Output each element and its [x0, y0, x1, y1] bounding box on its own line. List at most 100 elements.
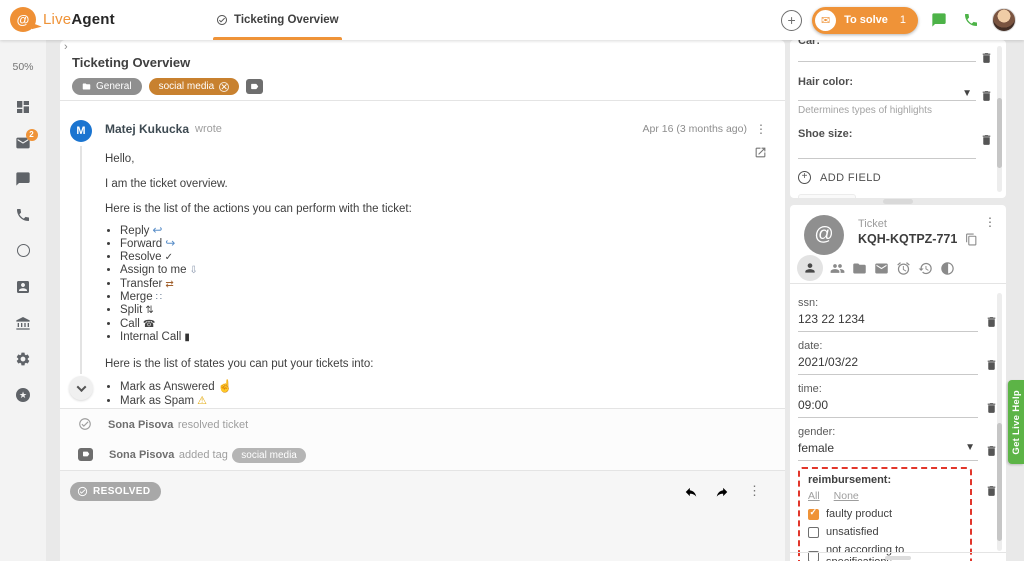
dropdown-arrow-icon[interactable]: ▼ — [965, 442, 975, 453]
hair-color-select[interactable] — [798, 100, 976, 101]
copy-icon[interactable] — [965, 233, 978, 246]
tab-insights[interactable] — [940, 261, 955, 276]
scrollbar[interactable] — [997, 46, 1002, 192]
sidebar-item-dashboard[interactable] — [15, 98, 32, 115]
field-label: gender: — [798, 426, 978, 438]
checkbox-unsatisfied[interactable]: unsatisfied — [808, 526, 962, 538]
remove-tag-icon[interactable]: ✕ — [219, 82, 229, 92]
add-field-button[interactable]: + ADD FIELD — [798, 171, 881, 184]
ticket-menu-icon[interactable]: ⋮ — [982, 215, 998, 229]
checkbox-faulty-product[interactable]: faulty product — [808, 508, 962, 520]
tab-contact-selected[interactable] — [797, 255, 823, 281]
transfer-icon: ⇄ — [165, 279, 173, 290]
logo-bubble-icon: @ — [10, 7, 36, 32]
sidebar-item-chats[interactable] — [15, 170, 32, 187]
tag-social-media[interactable]: social media ✕ — [149, 78, 240, 95]
select-all-link[interactable]: All — [808, 490, 820, 502]
panel-resize-handle[interactable] — [885, 556, 911, 560]
department-tag-general[interactable]: General — [72, 78, 142, 95]
message-author: Matej Kukucka — [105, 122, 189, 136]
message-avatar: M — [70, 120, 92, 142]
to-solve-count: 1 — [900, 14, 906, 26]
user-avatar[interactable] — [992, 8, 1016, 32]
mail-icon — [874, 261, 889, 276]
chats-button[interactable] — [928, 9, 950, 31]
checkbox-icon[interactable] — [808, 527, 819, 538]
get-live-help-tab[interactable]: Get Live Help — [1008, 380, 1024, 464]
plus-icon: + — [787, 12, 795, 28]
field-reimbursement: reimbursement: All None faulty product — [798, 467, 978, 561]
open-in-new-window-button[interactable] — [754, 144, 767, 159]
message-paragraph: Here is the list of the actions you can … — [105, 203, 715, 215]
date-input[interactable]: 2021/03/22 — [798, 355, 978, 375]
more-options-icon[interactable]: ⋮ — [746, 483, 763, 499]
status-badge: RESOLVED — [70, 482, 161, 501]
people-icon — [830, 261, 845, 276]
top-bar: @ LiveAgent Ticketing Overview + ✉ To so… — [0, 0, 1024, 40]
ticket-code: KQH-KQTPZ-771 — [858, 232, 978, 246]
ticket-info-card: @ Ticket KQH-KQTPZ-771 ⋮ — [790, 205, 1006, 561]
history-icon — [918, 261, 933, 276]
scrollbar-thumb[interactable] — [997, 423, 1002, 541]
sidebar-item-help[interactable]: ★ — [15, 386, 32, 403]
add-new-button[interactable]: + — [781, 10, 802, 31]
message-menu-icon[interactable]: ⋮ — [753, 122, 769, 136]
folder-icon — [852, 261, 867, 276]
select-none-link[interactable]: None — [834, 490, 859, 502]
field-time: time: 09:00 — [798, 383, 978, 418]
sidebar-item-calls[interactable] — [15, 206, 32, 223]
assign-icon: ⇩ — [189, 265, 197, 276]
sidebar-item-knowledge-base[interactable] — [15, 314, 32, 331]
sidebar-item-tickets[interactable]: 2 — [15, 134, 32, 151]
car-input[interactable] — [798, 61, 976, 62]
scrollbar[interactable] — [997, 293, 1002, 551]
list-item: Mark as Answered☝ — [120, 379, 715, 394]
phone-icon — [963, 12, 979, 28]
checkbox-checked-icon[interactable] — [808, 509, 819, 520]
delete-field-button[interactable] — [980, 50, 993, 65]
trash-icon — [980, 51, 993, 65]
event-actor: Sona Pisova — [108, 419, 173, 431]
forward-button[interactable] — [715, 483, 729, 498]
scrollbar-thumb[interactable] — [997, 98, 1002, 168]
divider — [60, 100, 785, 101]
dropdown-arrow-icon[interactable]: ▼ — [962, 88, 972, 99]
ticket-event-log: Sona Pisova resolved ticket Sona Pisova … — [60, 409, 785, 470]
gear-icon — [15, 351, 31, 367]
sidebar-item-online-visitors[interactable] — [15, 242, 32, 259]
event-action: resolved ticket — [178, 419, 248, 431]
ticket-card-header: @ Ticket KQH-KQTPZ-771 ⋮ — [790, 205, 1006, 257]
tab-ticketing-overview[interactable]: Ticketing Overview — [213, 0, 342, 40]
reply-button[interactable] — [684, 483, 698, 498]
list-item: Merge∷ — [120, 291, 715, 304]
field-helper-text: Determines types of highlights — [798, 105, 976, 116]
event-row: Sona Pisova resolved ticket — [60, 409, 785, 439]
panel-resize-handle[interactable] — [883, 199, 913, 204]
add-tag-button[interactable] — [246, 79, 263, 94]
resolved-check-icon — [78, 417, 92, 431]
tab-history[interactable] — [918, 261, 933, 276]
sidebar-item-customers[interactable] — [15, 278, 32, 295]
message-paragraph: Hello, — [105, 153, 715, 165]
delete-field-button[interactable] — [980, 88, 993, 103]
time-input[interactable]: 09:00 — [798, 398, 978, 418]
collapse-panel-chevron-icon[interactable]: › — [64, 41, 68, 53]
save-button-disabled[interactable]: SAVE — [798, 194, 856, 198]
field-gender: gender: female ▼ — [798, 426, 978, 461]
sidebar-item-settings[interactable] — [15, 350, 32, 367]
to-solve-button[interactable]: ✉ To solve 1 — [812, 7, 918, 34]
liveagent-logo[interactable]: @ LiveAgent — [10, 7, 115, 32]
collapse-message-button[interactable] — [69, 376, 93, 400]
reply-icon: ↩ — [152, 223, 162, 237]
tab-group[interactable] — [830, 261, 845, 276]
delete-field-button[interactable] — [980, 132, 993, 147]
ssn-input[interactable]: 123 22 1234 — [798, 312, 978, 332]
field-ssn: ssn: 123 22 1234 — [798, 297, 978, 332]
tab-alarms[interactable] — [896, 261, 911, 276]
shoe-size-input[interactable] — [798, 158, 976, 159]
tab-tickets[interactable] — [874, 261, 889, 276]
tab-company[interactable] — [852, 261, 867, 276]
calls-button[interactable] — [960, 9, 982, 31]
gender-select[interactable]: female — [798, 441, 978, 461]
tag-label: General — [96, 81, 132, 92]
